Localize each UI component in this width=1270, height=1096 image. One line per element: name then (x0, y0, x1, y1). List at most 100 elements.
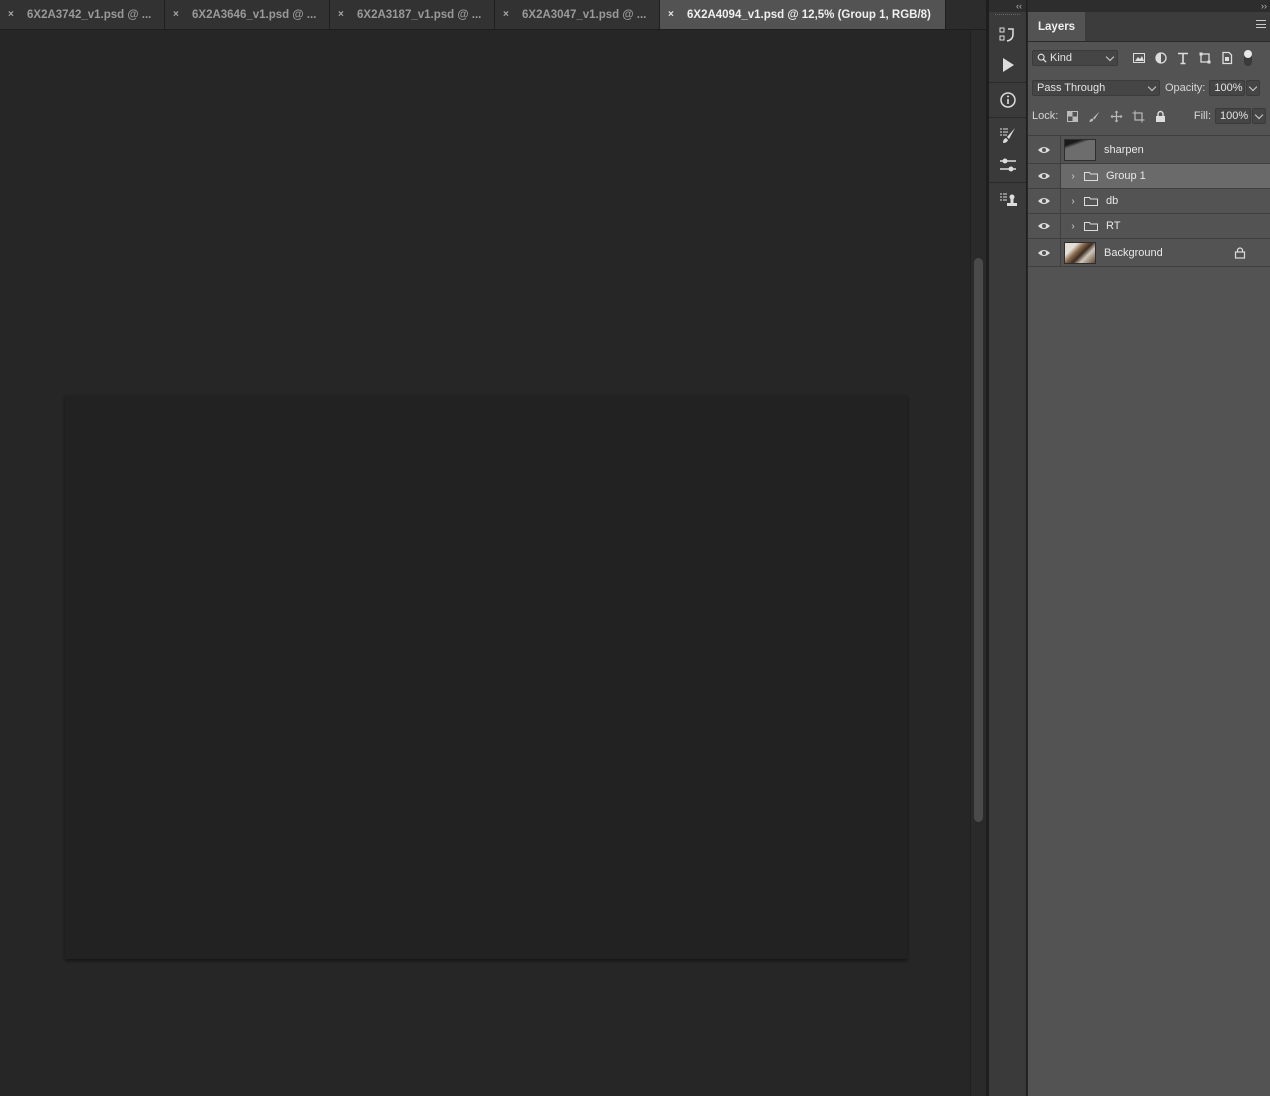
history-icon (999, 27, 1014, 42)
tab-label: 6X2A3187_v1.psd @ ... (357, 8, 482, 21)
folder-icon (1084, 222, 1098, 231)
layer-body[interactable]: › RT (1060, 214, 1270, 238)
adjustment-filter-icon[interactable] (1154, 51, 1168, 65)
chevron-right-icon[interactable]: › (1066, 221, 1080, 232)
chevron-down-icon (1105, 52, 1115, 62)
close-icon[interactable]: × (338, 9, 348, 20)
lock-transparency-icon[interactable] (1066, 110, 1079, 123)
fill-value: 100% (1220, 110, 1249, 122)
opacity-label: Opacity: (1165, 82, 1206, 94)
blend-mode-value: Pass Through (1037, 82, 1106, 94)
document-tab-4[interactable]: × 6X2A3047_v1.psd @ ... (495, 0, 660, 29)
opacity-slider-button[interactable] (1246, 80, 1261, 96)
history-button[interactable] (989, 20, 1027, 50)
adjustments-icon (1000, 158, 1016, 172)
canvas-area[interactable] (0, 30, 970, 1096)
filter-kind-select[interactable]: Kind (1032, 50, 1118, 66)
tab-layers[interactable]: Layers (1028, 12, 1086, 41)
smart-object-filter-icon[interactable] (1220, 51, 1234, 65)
lock-icon-group (1066, 110, 1167, 123)
lock-position-icon[interactable] (1110, 110, 1123, 123)
layers-panel: ›› Layers Kind Pass Through Opacity: 100… (1028, 0, 1270, 1096)
close-icon[interactable]: × (668, 9, 678, 20)
visibility-toggle[interactable] (1028, 171, 1060, 181)
layer-body[interactable]: sharpen (1060, 136, 1270, 163)
tab-label: 6X2A3742_v1.psd @ ... (27, 8, 152, 21)
chevron-right-icon[interactable]: › (1066, 196, 1080, 207)
eye-icon (1038, 173, 1050, 179)
tab-bar-filler (946, 0, 986, 29)
brush-settings-button[interactable] (989, 120, 1027, 150)
eye-icon (1038, 249, 1050, 256)
visibility-toggle[interactable] (1028, 248, 1060, 258)
document-tab-1[interactable]: × 6X2A3742_v1.psd @ ... (0, 0, 165, 29)
layer-body[interactable]: › db (1060, 189, 1270, 213)
lock-artboard-icon[interactable] (1132, 110, 1145, 123)
visibility-toggle[interactable] (1028, 145, 1060, 155)
fill-label: Fill: (1193, 110, 1211, 122)
brush-settings-icon (1000, 128, 1015, 143)
clone-source-button[interactable] (989, 185, 1027, 215)
filter-toggle[interactable] (1244, 50, 1252, 66)
visibility-toggle[interactable] (1028, 221, 1060, 231)
eye-icon (1038, 146, 1050, 153)
blend-mode-select[interactable]: Pass Through (1032, 80, 1160, 96)
fill-slider-button[interactable] (1252, 108, 1266, 124)
layer-name: RT (1106, 220, 1121, 232)
shape-filter-icon[interactable] (1198, 51, 1212, 65)
dock-separator (989, 82, 1026, 83)
panel-icon-dock: ‹‹ (989, 0, 1027, 1096)
layer-filter-row: Kind (1028, 42, 1270, 74)
document-canvas[interactable] (65, 395, 907, 959)
eye-icon (1038, 198, 1050, 204)
document-tab-2[interactable]: × 6X2A3646_v1.psd @ ... (165, 0, 330, 29)
lock-icon[interactable] (1234, 247, 1246, 259)
tab-label: 6X2A3646_v1.psd @ ... (192, 8, 317, 21)
document-tab-3[interactable]: × 6X2A3187_v1.psd @ ... (330, 0, 495, 29)
dock-separator (989, 117, 1026, 118)
visibility-toggle[interactable] (1028, 196, 1060, 206)
folder-icon (1084, 172, 1098, 181)
filter-icon-group (1132, 50, 1252, 66)
panel-tab-strip: Layers (1028, 12, 1270, 42)
dock-separator (989, 182, 1026, 183)
type-filter-icon[interactable] (1176, 51, 1190, 65)
expand-panels-icon[interactable]: ›› (1028, 0, 1270, 12)
layer-row-db[interactable]: › db (1028, 189, 1270, 214)
layer-body[interactable]: › Group 1 (1060, 164, 1270, 188)
panel-menu-icon[interactable] (1256, 20, 1266, 28)
document-tab-5-active[interactable]: × 6X2A4094_v1.psd @ 12,5% (Group 1, RGB/… (660, 0, 946, 29)
layer-row-background[interactable]: Background (1028, 239, 1270, 267)
lock-pixels-icon[interactable] (1088, 110, 1101, 123)
opacity-input[interactable]: 100% (1209, 80, 1246, 96)
lock-all-icon[interactable] (1154, 110, 1167, 123)
layer-name: db (1106, 195, 1119, 207)
close-icon[interactable]: × (503, 9, 513, 20)
scrollbar-thumb[interactable] (974, 258, 983, 822)
actions-button[interactable] (989, 50, 1027, 80)
close-icon[interactable]: × (8, 9, 18, 20)
fill-input[interactable]: 100% (1215, 108, 1251, 124)
chevron-down-icon (1249, 82, 1258, 92)
chevron-right-icon[interactable]: › (1066, 171, 1080, 182)
layer-row-sharpen[interactable]: sharpen (1028, 136, 1270, 164)
lock-label: Lock: (1032, 110, 1059, 122)
lock-fill-row: Lock: Fill: 100% (1028, 102, 1270, 130)
eye-icon (1038, 223, 1050, 229)
blend-opacity-row: Pass Through Opacity: 100% (1028, 74, 1270, 102)
layers-list: sharpen › Group 1 › db › RT Background (1028, 135, 1270, 267)
layer-name: Background (1104, 246, 1163, 259)
info-button[interactable] (989, 85, 1027, 115)
close-icon[interactable]: × (173, 9, 183, 20)
collapse-dock-icon[interactable]: ‹‹ (989, 0, 1026, 12)
document-tab-bar: × 6X2A3742_v1.psd @ ... × 6X2A3646_v1.ps… (0, 0, 986, 30)
layer-name: Group 1 (1106, 170, 1146, 182)
image-filter-icon[interactable] (1132, 51, 1146, 65)
search-icon (1037, 53, 1047, 63)
filter-kind-value: Kind (1050, 52, 1073, 64)
layer-row-rt[interactable]: › RT (1028, 214, 1270, 239)
layer-row-group-1[interactable]: › Group 1 (1028, 164, 1270, 189)
vertical-scrollbar[interactable] (970, 30, 986, 1096)
layer-name: sharpen (1104, 143, 1144, 156)
adjustments-button[interactable] (989, 150, 1027, 180)
